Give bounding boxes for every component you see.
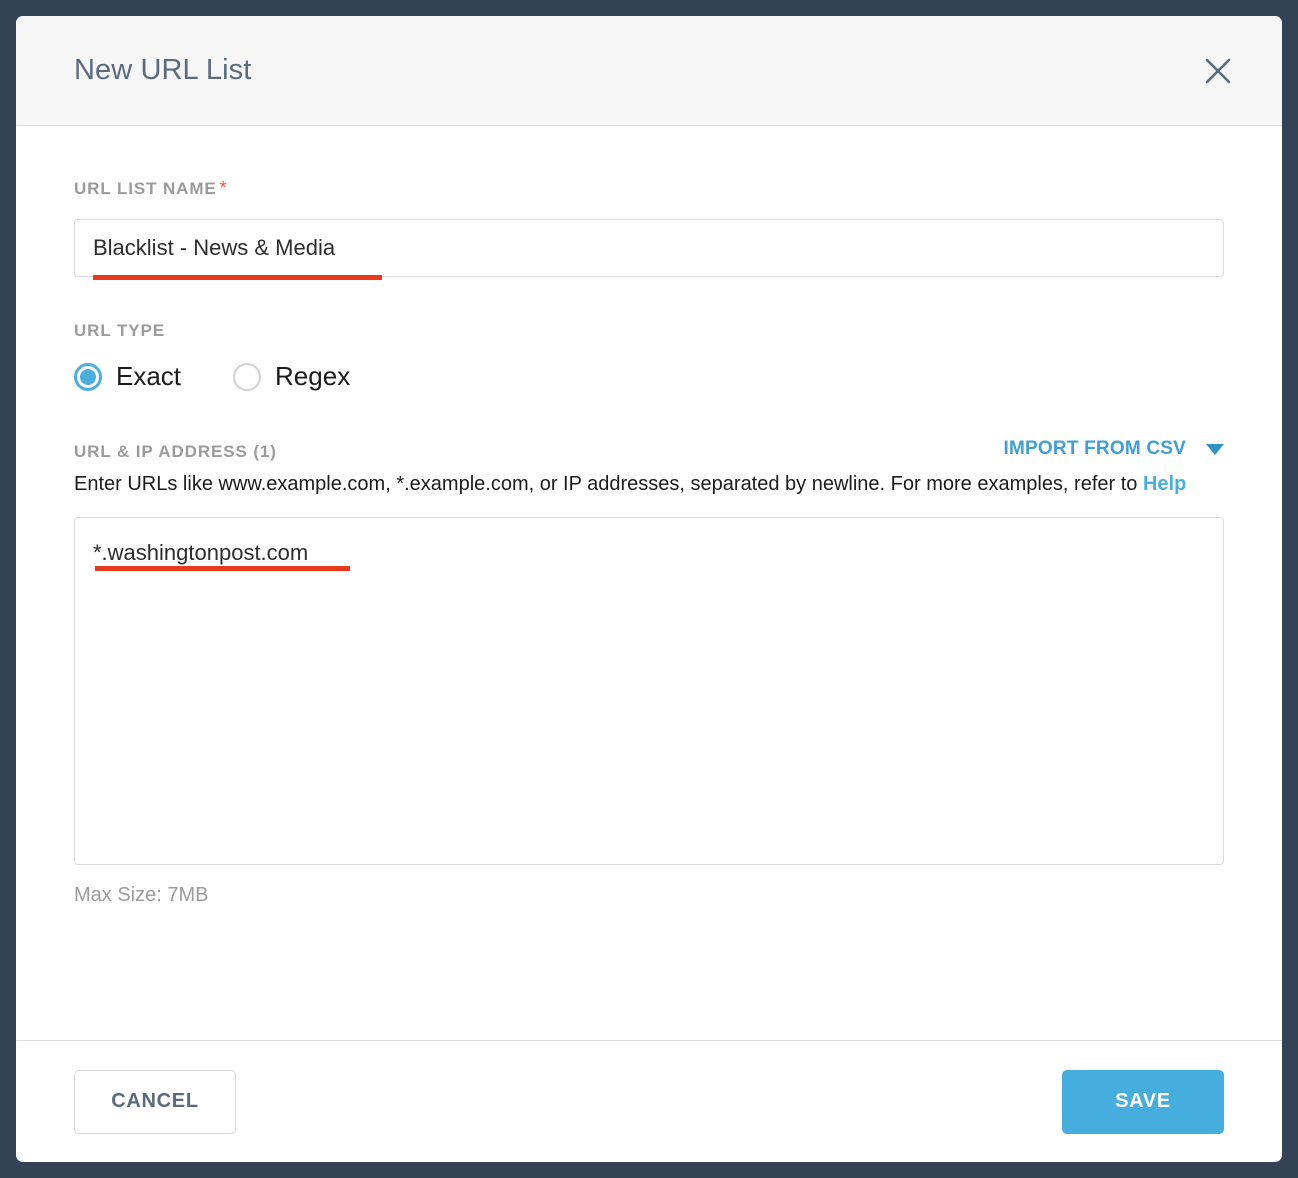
- url-ip-helper-text: Enter URLs like www.example.com, *.examp…: [74, 470, 1224, 499]
- url-ip-section-header: URL & IP ADDRESS (1) IMPORT FROM CSV: [74, 438, 1224, 462]
- required-asterisk: *: [219, 178, 228, 198]
- url-list-name-field-group: URL LIST NAME *: [74, 178, 1224, 280]
- save-button[interactable]: SAVE: [1062, 1069, 1224, 1134]
- radio-exact-dot: [80, 368, 96, 385]
- url-ip-label: URL & IP ADDRESS (1): [74, 442, 277, 461]
- dialog-footer: CANCEL SAVE: [16, 1040, 1282, 1162]
- url-type-radio-group: Exact Regex: [74, 361, 1224, 392]
- helper-text-body: Enter URLs like www.example.com, *.examp…: [74, 473, 1143, 495]
- new-url-list-dialog: New URL List URL LIST NAME* URL TYPE: [16, 16, 1282, 1162]
- radio-option-exact[interactable]: Exact: [74, 361, 181, 392]
- annotation-underline-url: [95, 566, 350, 571]
- max-size-hint: Max Size: 7MB: [74, 884, 209, 906]
- url-list-name-input[interactable]: [74, 219, 1224, 277]
- radio-exact-label: Exact: [116, 361, 182, 391]
- import-from-csv-label: IMPORT FROM CSV: [1003, 438, 1186, 459]
- dialog-header: New URL List: [16, 16, 1282, 126]
- radio-exact-icon[interactable]: [74, 362, 102, 391]
- radio-regex-icon[interactable]: [233, 362, 262, 391]
- help-link[interactable]: Help: [1143, 473, 1186, 495]
- url-type-field-group: URL TYPE Exact Regex: [74, 321, 1224, 392]
- import-from-csv-button[interactable]: IMPORT FROM CSV: [1004, 438, 1224, 460]
- url-ip-field-group: URL & IP ADDRESS (1) IMPORT FROM CSV Ent…: [74, 438, 1224, 907]
- close-button[interactable]: [1196, 49, 1240, 93]
- url-list-name-label-text: URL LIST NAME: [74, 179, 217, 198]
- url-type-label: URL TYPE: [74, 321, 165, 340]
- url-list-name-input-wrap: [74, 219, 1224, 280]
- radio-option-regex[interactable]: Regex: [233, 361, 350, 392]
- radio-regex-label: Regex: [275, 361, 351, 391]
- url-list-name-label: URL LIST NAME *: [74, 178, 1224, 199]
- annotation-underline-name: [93, 275, 382, 280]
- dialog-title: New URL List: [74, 54, 252, 86]
- chevron-down-icon: [1206, 443, 1224, 455]
- close-icon: [1203, 56, 1233, 86]
- url-textarea-wrap: *.washingtonpost.com: [74, 517, 1224, 870]
- dialog-body: URL LIST NAME* URL TYPE Exact Regex: [16, 126, 1282, 1040]
- cancel-button[interactable]: CANCEL: [74, 1069, 236, 1134]
